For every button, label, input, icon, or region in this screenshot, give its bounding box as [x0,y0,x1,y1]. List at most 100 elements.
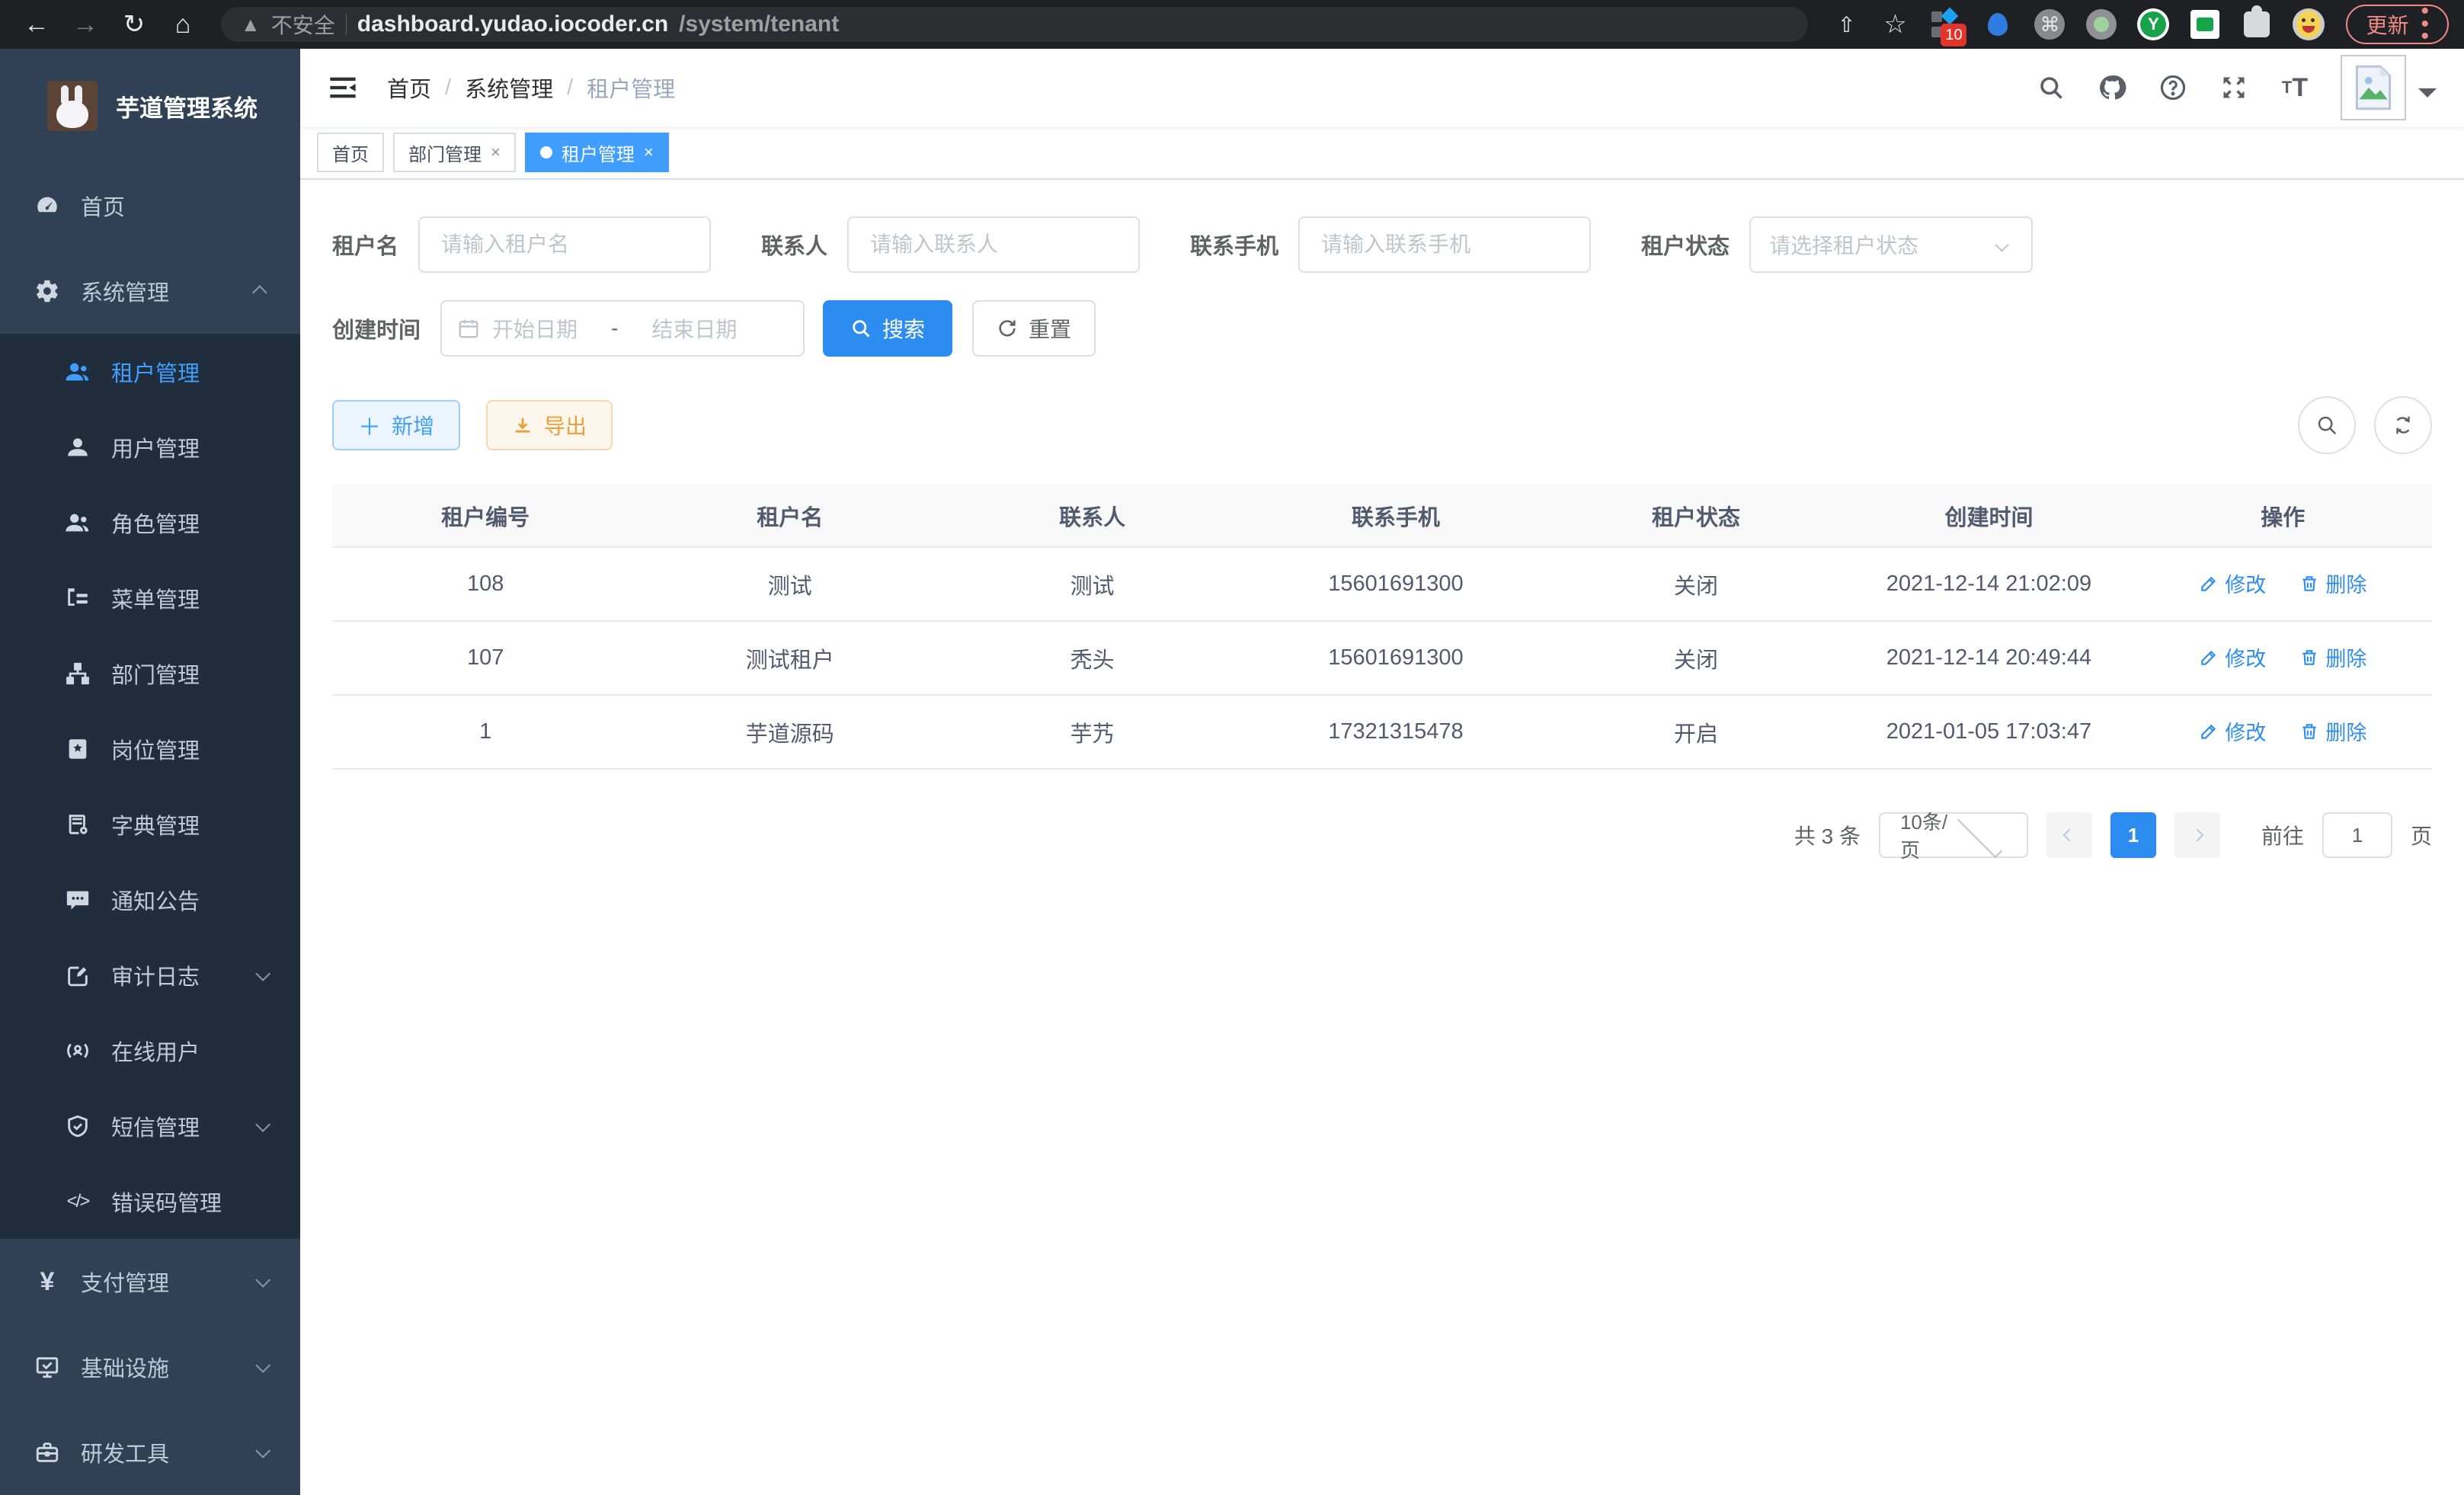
online-icon [64,1037,91,1064]
mobile-input[interactable] [1298,216,1591,273]
status-select[interactable]: 请选择租户状态 [1749,216,2033,273]
close-icon[interactable]: × [491,142,501,162]
export-button[interactable]: 导出 [486,400,613,450]
breadcrumb-home[interactable]: 首页 [387,72,431,104]
sidebar-item-error-code[interactable]: </> 错误码管理 [0,1164,300,1239]
sidebar-item-label: 系统管理 [81,275,256,307]
filter-row-2: 创建时间 开始日期 - 结束日期 搜索 重置 [332,300,2432,357]
extension-icon-y[interactable]: Y [2137,8,2169,40]
not-secure-label[interactable]: 不安全 [271,9,335,40]
close-icon[interactable]: × [644,142,654,162]
sidebar-item-infra[interactable]: 基础设施 [0,1324,300,1410]
sms-shield-icon [64,1112,91,1140]
chrome-update-button[interactable]: 更新 ••• [2346,5,2449,44]
tag-home[interactable]: 首页 [317,133,384,172]
sidebar-item-label: 租户管理 [111,356,267,388]
extension-icon-puzzle[interactable] [2241,8,2273,40]
sidebar-item-online-user[interactable]: 在线用户 [0,1013,300,1088]
address-bar[interactable]: ▲ 不安全 dashboard.yudao.iocoder.cn /system… [221,7,1808,42]
prev-page-button[interactable] [2046,812,2092,858]
sidebar-item-label: 部门管理 [111,658,267,690]
export-button-label: 导出 [544,410,587,440]
refresh-table-button[interactable] [2374,396,2432,454]
page-suffix: 页 [2411,820,2432,850]
edit-link[interactable]: 修改 [2199,642,2266,672]
header-search-icon[interactable] [2036,72,2066,103]
avatar[interactable] [2341,55,2406,120]
url-path: /system/tenant [679,11,839,37]
sidebar-item-menu[interactable]: 菜单管理 [0,560,300,635]
cell-status: 开启 [1548,695,1845,769]
cell-tenant-name: 芋道源码 [638,695,941,769]
app-logo-row[interactable]: 芋道管理系统 [0,49,300,163]
sidebar-item-user[interactable]: 用户管理 [0,409,300,485]
bookmark-star-icon[interactable]: ☆ [1874,3,1916,46]
sidebar-item-tenant[interactable]: 租户管理 [0,334,300,409]
date-end-placeholder[interactable]: 结束日期 [651,313,737,344]
sidebar-item-pay[interactable]: ¥ 支付管理 [0,1239,300,1324]
current-page[interactable]: 1 [2110,812,2156,858]
date-start-placeholder[interactable]: 开始日期 [492,313,578,344]
sidebar-item-label: 首页 [81,190,267,222]
chrome-menu-icon[interactable]: ••• [2421,5,2429,43]
tag-tenant[interactable]: 租户管理 × [525,133,669,172]
cell-created: 2021-12-14 21:02:09 [1844,547,2133,621]
goto-page-input[interactable] [2322,812,2392,858]
help-icon[interactable] [2158,72,2188,103]
fullscreen-icon[interactable] [2219,72,2249,103]
search-button[interactable]: 搜索 [823,300,952,357]
contact-input[interactable] [847,216,1140,273]
tag-dept[interactable]: 部门管理 × [393,133,516,172]
delete-link[interactable]: 删除 [2299,568,2366,598]
share-icon[interactable]: ⇧ [1825,3,1867,46]
date-range-picker[interactable]: 开始日期 - 结束日期 [440,300,805,357]
column-header: 联系人 [941,485,1243,547]
sidebar-item-notice[interactable]: 通知公告 [0,862,300,937]
dict-icon [64,811,91,838]
chrome-update-label: 更新 [2366,9,2408,40]
sidebar-item-role[interactable]: 角色管理 [0,485,300,560]
breadcrumb-parent[interactable]: 系统管理 [465,72,553,104]
sidebar-item-post[interactable]: 岗位管理 [0,711,300,786]
edit-link[interactable]: 修改 [2199,716,2266,746]
add-button[interactable]: ＋ 新增 [332,400,460,450]
extension-icon-dot[interactable] [2085,8,2117,40]
sidebar-item-home[interactable]: 首页 [0,163,300,248]
reset-button[interactable]: 重置 [972,300,1096,357]
pagination: 共 3 条 10条/页 1 前往 页 [332,812,2432,858]
sidebar-item-system[interactable]: 系统管理 [0,248,300,334]
sidebar-item-audit-log[interactable]: 审计日志 [0,937,300,1013]
extension-icon-command[interactable]: ⌘ [2034,8,2066,40]
log-icon [64,962,91,989]
extension-icon-balloon[interactable] [1982,8,2014,40]
sidebar-item-devtools[interactable]: 研发工具 [0,1410,300,1495]
sidebar-item-label: 角色管理 [111,507,267,539]
status-placeholder: 请选择租户状态 [1769,229,1997,260]
extension-icon-chat[interactable] [2189,8,2221,40]
tenant-name-input[interactable] [418,216,711,273]
monitor-icon [34,1353,61,1381]
page-size-select[interactable]: 10条/页 [1879,812,2028,858]
font-size-icon[interactable]: TT [2280,72,2310,103]
next-page-button[interactable] [2174,812,2220,858]
delete-link[interactable]: 删除 [2299,642,2366,672]
extension-icon-emoji[interactable] [2293,8,2325,40]
sidebar-fold-icon[interactable] [328,72,358,103]
extension-icon-blocks[interactable]: 10 [1930,8,1962,40]
edit-link[interactable]: 修改 [2199,568,2266,598]
avatar-menu[interactable] [2341,55,2437,120]
chevron-down-icon [1995,238,2008,251]
forward-icon[interactable]: → [64,3,107,46]
sidebar-item-dict[interactable]: 字典管理 [0,786,300,862]
reload-icon[interactable]: ↻ [113,3,155,46]
sidebar-item-sms[interactable]: 短信管理 [0,1088,300,1164]
delete-link[interactable]: 删除 [2299,716,2366,746]
github-icon[interactable] [2097,72,2127,103]
home-icon[interactable]: ⌂ [162,3,204,46]
filter-contact: 联系人 [761,216,1140,273]
table-row: 1 芋道源码 芋艿 17321315478 开启 2021-01-05 17:0… [332,695,2432,769]
show-search-button[interactable] [2298,396,2356,454]
sidebar-menu: 首页 系统管理 租户管理 用户管理 [0,163,300,1495]
sidebar-item-dept[interactable]: 部门管理 [0,635,300,711]
back-icon[interactable]: ← [15,3,58,46]
